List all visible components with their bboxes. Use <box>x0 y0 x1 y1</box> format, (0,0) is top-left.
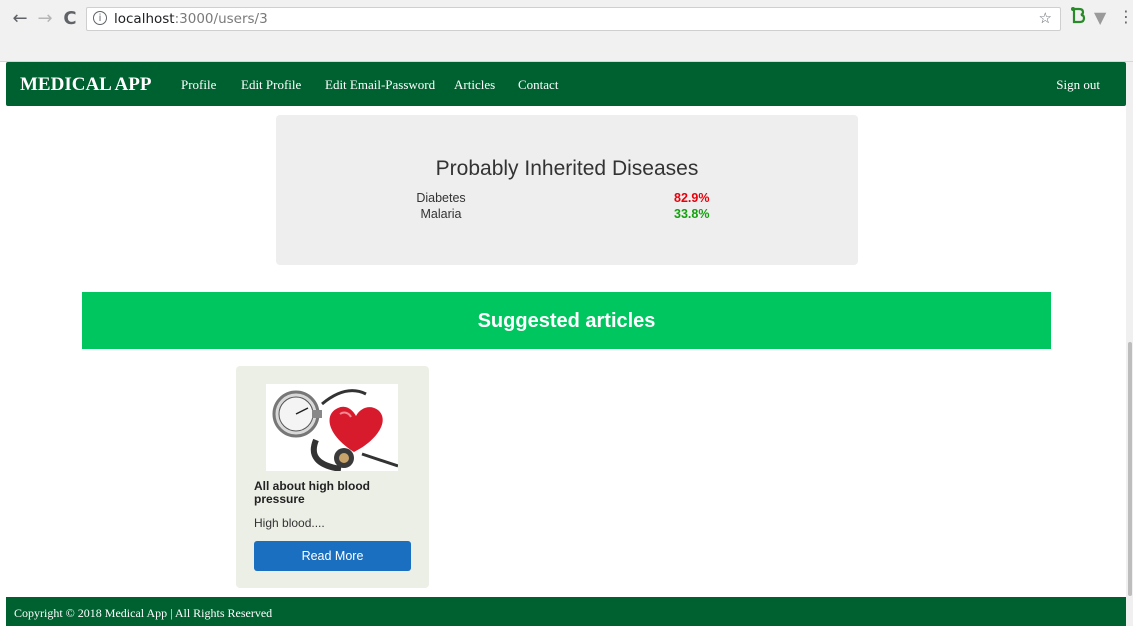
reload-icon[interactable]: C <box>60 9 80 29</box>
extension-icon[interactable] <box>1070 6 1088 30</box>
url-text[interactable]: localhost:3000/users/3 <box>114 11 268 27</box>
app-navbar: MEDICAL APP Profile Edit Profile Edit Em… <box>6 62 1126 106</box>
inherited-diseases-panel: Probably Inherited Diseases Diabetes 82.… <box>276 115 858 265</box>
brand-logo[interactable]: MEDICAL APP <box>20 74 151 96</box>
disease-row: Malaria 33.8% <box>276 207 858 223</box>
nav-link-profile[interactable]: Profile <box>181 77 216 93</box>
disease-name: Malaria <box>420 207 462 221</box>
nav-link-edit-email-password[interactable]: Edit Email-Password <box>325 77 435 93</box>
disease-percent: 33.8% <box>674 207 710 221</box>
browser-toolbar: ← → C i localhost:3000/users/3 ☆ ▼ ⋮ <box>0 0 1133 62</box>
article-card: All about high blood pressure High blood… <box>236 366 429 588</box>
vue-devtools-icon[interactable]: ▼ <box>1094 8 1106 27</box>
address-bar[interactable]: i localhost:3000/users/3 ☆ <box>86 7 1061 31</box>
suggested-articles-banner: Suggested articles <box>82 292 1051 349</box>
copyright-text: Copyright © 2018 Medical App | All Right… <box>14 606 273 620</box>
read-more-button[interactable]: Read More <box>254 541 411 571</box>
forward-arrow-icon[interactable]: → <box>35 9 55 29</box>
bookmark-star-icon[interactable]: ☆ <box>1039 9 1052 27</box>
article-image <box>266 384 398 471</box>
panel-title: Probably Inherited Diseases <box>435 157 699 180</box>
nav-link-contact[interactable]: Contact <box>518 77 558 93</box>
section-heading: Suggested articles <box>477 310 656 332</box>
menu-dots-icon[interactable]: ⋮ <box>1118 7 1133 26</box>
nav-link-articles[interactable]: Articles <box>454 77 495 93</box>
disease-row: Diabetes 82.9% <box>276 191 858 207</box>
scrollbar-thumb[interactable] <box>1128 342 1132 596</box>
article-title: All about high blood pressure <box>254 479 370 506</box>
disease-percent: 82.9% <box>674 191 710 205</box>
disease-name: Diabetes <box>416 191 466 205</box>
back-arrow-icon[interactable]: ← <box>10 9 30 29</box>
page-footer: Copyright © 2018 Medical App | All Right… <box>6 597 1126 626</box>
sign-out-link[interactable]: Sign out <box>1056 77 1100 93</box>
nav-link-edit-profile[interactable]: Edit Profile <box>241 77 301 93</box>
site-info-icon[interactable]: i <box>93 11 107 25</box>
article-excerpt: High blood.... <box>254 516 325 530</box>
